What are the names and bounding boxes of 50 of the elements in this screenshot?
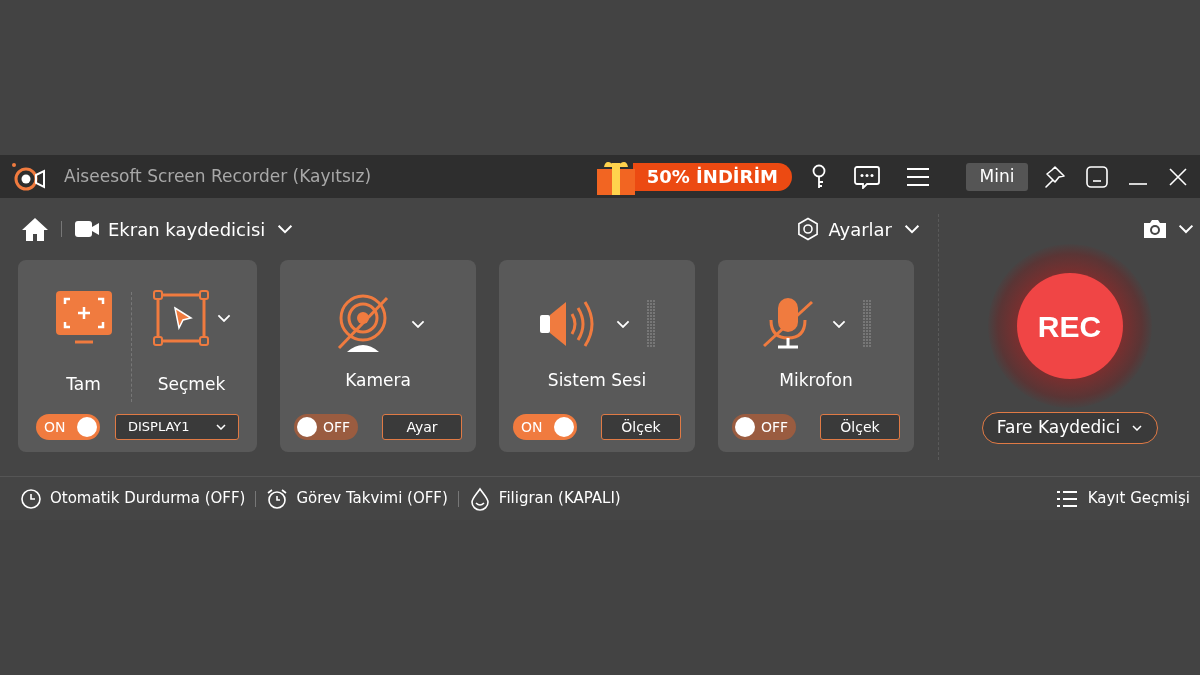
chat-icon[interactable] [854,164,880,189]
app-logo-icon [12,161,46,192]
chevron-down-icon [277,224,294,234]
close-icon[interactable] [1168,166,1188,187]
settings-dropdown[interactable]: Ayarlar [828,215,920,243]
footer-option[interactable]: Görev Takvimi (OFF) [266,487,448,510]
drop-icon [468,486,491,511]
settings-button[interactable]: Ölçek [820,414,900,440]
level-meter-icon [862,300,872,348]
list-icon [1055,489,1078,508]
chevron-down-icon[interactable] [832,319,846,329]
level-meter-icon [646,300,656,348]
source-label: Sistem Sesi [547,369,647,392]
window-title: Aiseesoft Screen Recorder (Kayıtsız) [64,164,372,188]
chevron-down-icon[interactable] [216,313,231,323]
footer-option[interactable]: Filigran (KAPALI) [468,486,621,511]
video-camera-icon[interactable] [74,219,100,239]
chevron-down-icon[interactable] [1178,224,1194,234]
home-icon[interactable] [21,216,49,242]
microphone-off-icon[interactable] [760,296,816,352]
full-screen-icon[interactable] [54,290,113,346]
source-label: Seçmek [157,373,226,396]
window-mode-icon[interactable] [1086,165,1108,188]
chevron-down-icon [904,224,920,234]
source-label: Mikrofon [779,369,853,392]
footer-option[interactable]: Otomatik Durdurma (OFF) [20,487,246,510]
history-button[interactable]: Kayıt Geçmişi [1055,487,1190,510]
mini-button[interactable]: Mini [966,162,1028,191]
source-label: Kamera [345,369,411,392]
chevron-down-icon [1132,425,1143,431]
key-icon[interactable] [810,163,828,190]
toggle-switch[interactable]: OFF [732,414,796,440]
chevron-down-icon [216,424,226,430]
chevron-down-icon[interactable] [411,319,425,329]
toggle-switch[interactable]: OFF [294,414,358,440]
clock-icon [20,487,42,510]
pin-icon[interactable] [1042,164,1066,189]
chevron-down-icon[interactable] [616,319,630,329]
settings-button[interactable]: Ölçek [601,414,681,440]
settings-icon[interactable] [796,217,821,241]
mode-dropdown[interactable]: Ekran kaydedicisi [108,215,294,243]
display-select[interactable]: DISPLAY1 [115,414,239,440]
camera-icon[interactable] [1142,218,1168,240]
source-label: Tam [66,373,101,396]
settings-button[interactable]: Ayar [382,414,462,440]
menu-icon[interactable] [906,166,930,187]
region-select-icon[interactable] [152,290,209,346]
record-mode-dropdown[interactable]: Fare Kaydedici [981,412,1158,444]
alarm-clock-icon [266,487,289,510]
record-button[interactable]: REC [1016,273,1123,379]
